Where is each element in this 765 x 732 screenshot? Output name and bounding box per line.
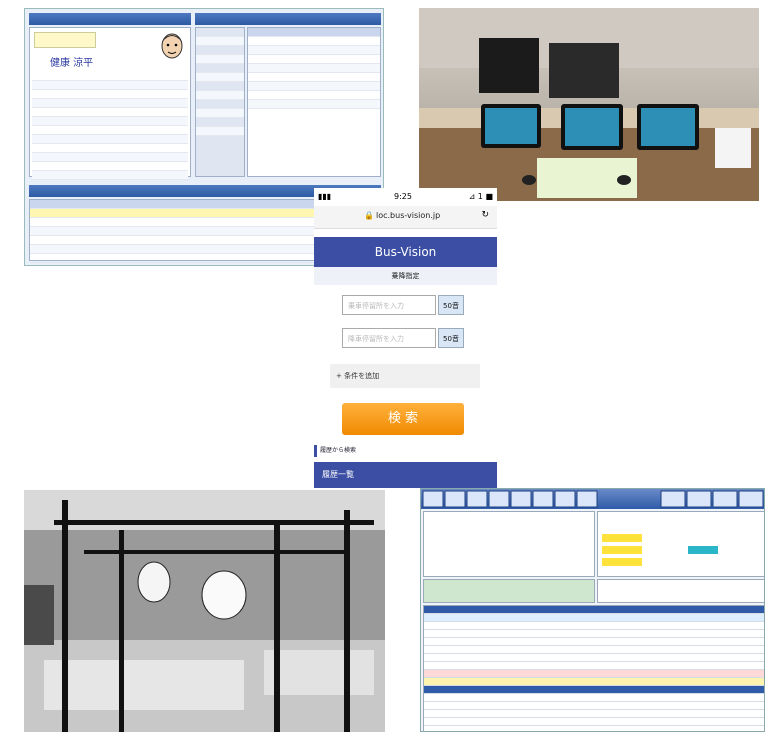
- table-header: [248, 28, 380, 37]
- history-heading: 履歴から検索: [314, 445, 497, 457]
- table-row[interactable]: [248, 46, 380, 55]
- table-row[interactable]: [248, 64, 380, 73]
- patient-name: 健康 涼平: [50, 58, 94, 69]
- menu-list: [195, 27, 245, 177]
- field-row: [32, 171, 188, 180]
- grid-row[interactable]: [424, 662, 764, 670]
- boarding-kana-button[interactable]: 50音: [438, 295, 464, 315]
- field-row: [32, 162, 188, 171]
- signal-icon: ▮▮▮: [318, 192, 332, 201]
- menu-item[interactable]: [196, 100, 244, 109]
- grid-subheader: [424, 686, 764, 694]
- table-row[interactable]: [248, 55, 380, 64]
- menu-item[interactable]: [196, 46, 244, 55]
- menu-item[interactable]: [196, 64, 244, 73]
- brand-header: Bus-Vision: [314, 237, 497, 267]
- grid-row[interactable]: [424, 614, 764, 622]
- grid-row[interactable]: [424, 638, 764, 646]
- detail-panel: [423, 579, 595, 603]
- field-row: [32, 72, 188, 81]
- menu-item[interactable]: [196, 91, 244, 100]
- grid-row[interactable]: [424, 622, 764, 630]
- add-condition-button[interactable]: + 条件を追加: [330, 364, 480, 388]
- history-list-button[interactable]: 履歴一覧: [314, 462, 497, 488]
- menu-item[interactable]: [196, 109, 244, 118]
- table-row[interactable]: [248, 82, 380, 91]
- bus-vision-phone-screen: ▮▮▮ 9:25 ⊿ 1 ■ 🔒 loc.bus-vision.jp ↻ Bus…: [314, 188, 497, 488]
- status-badge: [688, 546, 718, 554]
- list-window-titlebar: [195, 13, 381, 25]
- url-text: loc.bus-vision.jp: [376, 211, 441, 220]
- table-row[interactable]: [248, 91, 380, 100]
- status-bar: ▮▮▮ 9:25 ⊿ 1 ■: [314, 188, 497, 206]
- grid-row[interactable]: [424, 694, 764, 702]
- patient-detail-panel: 健康 涼平: [29, 27, 191, 180]
- field-row: [32, 99, 188, 108]
- menu-item[interactable]: [196, 127, 244, 136]
- table-row[interactable]: [248, 37, 380, 46]
- alighting-kana-button[interactable]: 50音: [438, 328, 464, 348]
- alighting-stop-input[interactable]: 降車停留所を入力: [342, 328, 436, 348]
- menu-item[interactable]: [196, 73, 244, 82]
- patient-avatar: [158, 32, 186, 62]
- grid-header: [424, 606, 764, 614]
- reception-tablets-photo: [419, 8, 759, 201]
- grid-row[interactable]: [424, 670, 764, 678]
- highlight-field: [602, 558, 642, 566]
- field-row: [32, 108, 188, 117]
- grid-row[interactable]: [424, 630, 764, 638]
- grid-row[interactable]: [424, 646, 764, 654]
- options-panel: [597, 579, 764, 603]
- patient-fields: [32, 72, 188, 180]
- ledger-grid: [423, 605, 764, 731]
- menu-item[interactable]: [196, 118, 244, 127]
- field-row: [32, 144, 188, 153]
- grid-row[interactable]: [424, 718, 764, 726]
- lock-icon: 🔒: [364, 211, 374, 220]
- search-button[interactable]: 検 索: [342, 403, 464, 435]
- grid-row[interactable]: [424, 710, 764, 718]
- record-table: [247, 27, 381, 177]
- grid-row[interactable]: [424, 678, 764, 686]
- function-key-toolbar: [421, 489, 764, 509]
- contract-info-panel: [597, 511, 764, 577]
- table-row[interactable]: [248, 73, 380, 82]
- menu-item[interactable]: [196, 55, 244, 64]
- status-time: 9:25: [394, 192, 412, 201]
- patient-id-field[interactable]: [34, 32, 96, 48]
- field-row: [32, 135, 188, 144]
- field-row: [32, 126, 188, 135]
- menu-item[interactable]: [196, 37, 244, 46]
- accounting-software-screenshot: [420, 488, 765, 732]
- reload-icon[interactable]: ↻: [481, 210, 489, 220]
- patient-window-titlebar: [29, 13, 191, 25]
- field-row: [32, 90, 188, 99]
- field-row: [32, 153, 188, 162]
- page-subtitle: 乗降指定: [314, 267, 497, 285]
- menu-item[interactable]: [196, 28, 244, 37]
- grid-row[interactable]: [424, 702, 764, 710]
- customer-info-panel: [423, 511, 595, 577]
- field-row: [32, 117, 188, 126]
- field-row: [32, 81, 188, 90]
- highlight-field: [602, 546, 642, 554]
- boarding-stop-input[interactable]: 乗車停留所を入力: [342, 295, 436, 315]
- address-bar[interactable]: 🔒 loc.bus-vision.jp ↻: [314, 206, 497, 229]
- grid-row[interactable]: [424, 654, 764, 662]
- table-row[interactable]: [248, 100, 380, 109]
- grid-row[interactable]: [424, 726, 764, 731]
- studio-frame-photo: [24, 490, 385, 732]
- menu-item[interactable]: [196, 82, 244, 91]
- battery-icon: ⊿ 1 ■: [468, 192, 493, 201]
- highlight-field: [602, 534, 642, 542]
